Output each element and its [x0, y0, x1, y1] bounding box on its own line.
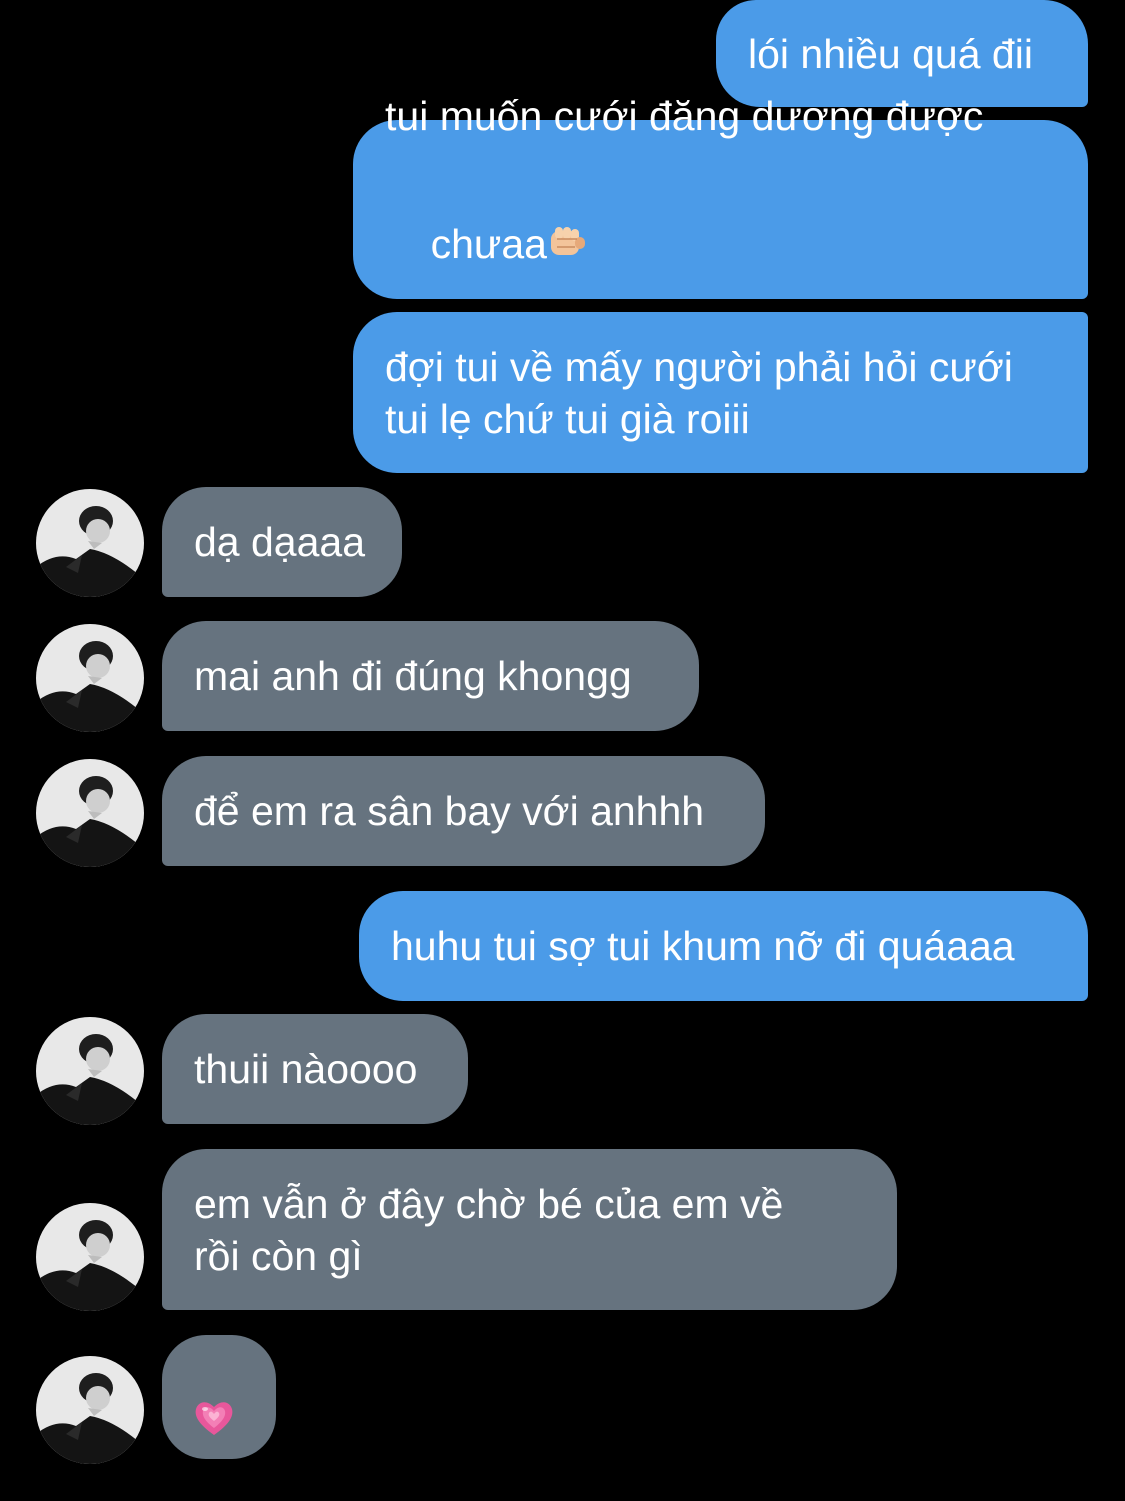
outgoing-message[interactable]: tui muốn cưới đăng dương được chưaa	[353, 93, 1088, 299]
message-text: dạ dạaaa	[194, 519, 366, 565]
avatar-photo-icon	[36, 1017, 144, 1125]
message-text: lói nhiều quá đii	[748, 30, 1033, 77]
incoming-message[interactable]: thuii nàoooo	[162, 1014, 468, 1124]
incoming-message[interactable]	[162, 1335, 276, 1459]
avatar-photo-icon	[36, 1356, 144, 1464]
message-text-line: em vẫn ở đây chờ bé của em về	[194, 1180, 784, 1227]
growing-heart-emoji	[194, 1293, 276, 1501]
message-text-line: rồi còn gì	[194, 1232, 363, 1279]
fist-bump-emoji	[547, 215, 589, 279]
contact-avatar[interactable]	[36, 489, 144, 597]
message-text-line: đợi tui về mấy người phải hỏi cưới	[385, 343, 1013, 390]
avatar-photo-icon	[36, 1203, 144, 1311]
message-text: thuii nàoooo	[194, 1046, 418, 1092]
contact-avatar[interactable]	[36, 759, 144, 867]
avatar-photo-icon	[36, 624, 144, 732]
contact-avatar[interactable]	[36, 624, 144, 732]
message-text: mai anh đi đúng khongg	[194, 653, 632, 699]
incoming-message[interactable]: em vẫn ở đây chờ bé của em về rồi còn gì	[162, 1149, 897, 1310]
contact-avatar[interactable]	[36, 1356, 144, 1464]
avatar-photo-icon	[36, 489, 144, 597]
avatar-photo-icon	[36, 759, 144, 867]
message-text: huhu tui sợ tui khum nỡ đi quáaaa	[391, 923, 1015, 969]
contact-avatar[interactable]	[36, 1017, 144, 1125]
incoming-message[interactable]: dạ dạaaa	[162, 487, 402, 597]
incoming-message[interactable]: để em ra sân bay với anhhh	[162, 756, 765, 866]
outgoing-message[interactable]: huhu tui sợ tui khum nỡ đi quáaaa	[359, 891, 1088, 1001]
contact-avatar[interactable]	[36, 1203, 144, 1311]
incoming-message[interactable]: mai anh đi đúng khongg	[162, 621, 699, 731]
message-text-line: tui lẹ chứ tui già roiii	[385, 395, 750, 442]
message-text: để em ra sân bay với anhhh	[194, 788, 705, 834]
outgoing-message[interactable]: đợi tui về mấy người phải hỏi cưới tui l…	[353, 312, 1088, 473]
message-text-line: tui muốn cưới đăng dương được	[385, 92, 984, 139]
